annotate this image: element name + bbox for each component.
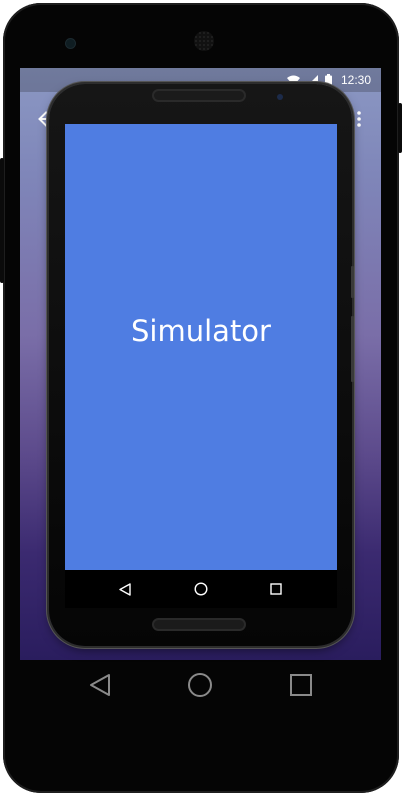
inner-side-button [351,266,354,298]
inner-nav-home-button[interactable] [181,570,221,608]
back-triangle-icon [119,582,131,596]
home-circle-icon [194,582,208,596]
overflow-menu-icon [357,111,361,127]
inner-bottom-speaker [154,620,244,629]
outer-side-button [0,158,4,283]
status-time: 12:30 [340,73,371,87]
recents-square-icon [290,674,312,696]
outer-nav-recents-button[interactable] [279,668,323,702]
inner-nav-back-button[interactable] [105,570,145,608]
outer-side-button [398,103,402,153]
inner-camera-icon [277,94,283,100]
inner-navigation-bar [65,570,337,608]
recents-square-icon [270,583,282,595]
home-circle-icon [188,673,212,697]
inner-top-speaker [154,91,244,100]
back-triangle-icon [90,674,110,696]
overflow-menu-button[interactable] [349,106,369,132]
outer-navigation-bar [20,660,381,710]
battery-icon [324,74,332,86]
simulator-label: Simulator [131,314,271,348]
inner-side-button [351,316,354,382]
earpiece-speaker-icon [194,31,214,51]
inner-device-frame: Simulator [49,84,354,646]
simulator-screen[interactable]: Simulator [65,124,337,570]
outer-nav-back-button[interactable] [78,668,122,702]
outer-nav-home-button[interactable] [178,668,222,702]
inner-nav-recents-button[interactable] [256,570,296,608]
front-camera-icon [66,39,75,48]
